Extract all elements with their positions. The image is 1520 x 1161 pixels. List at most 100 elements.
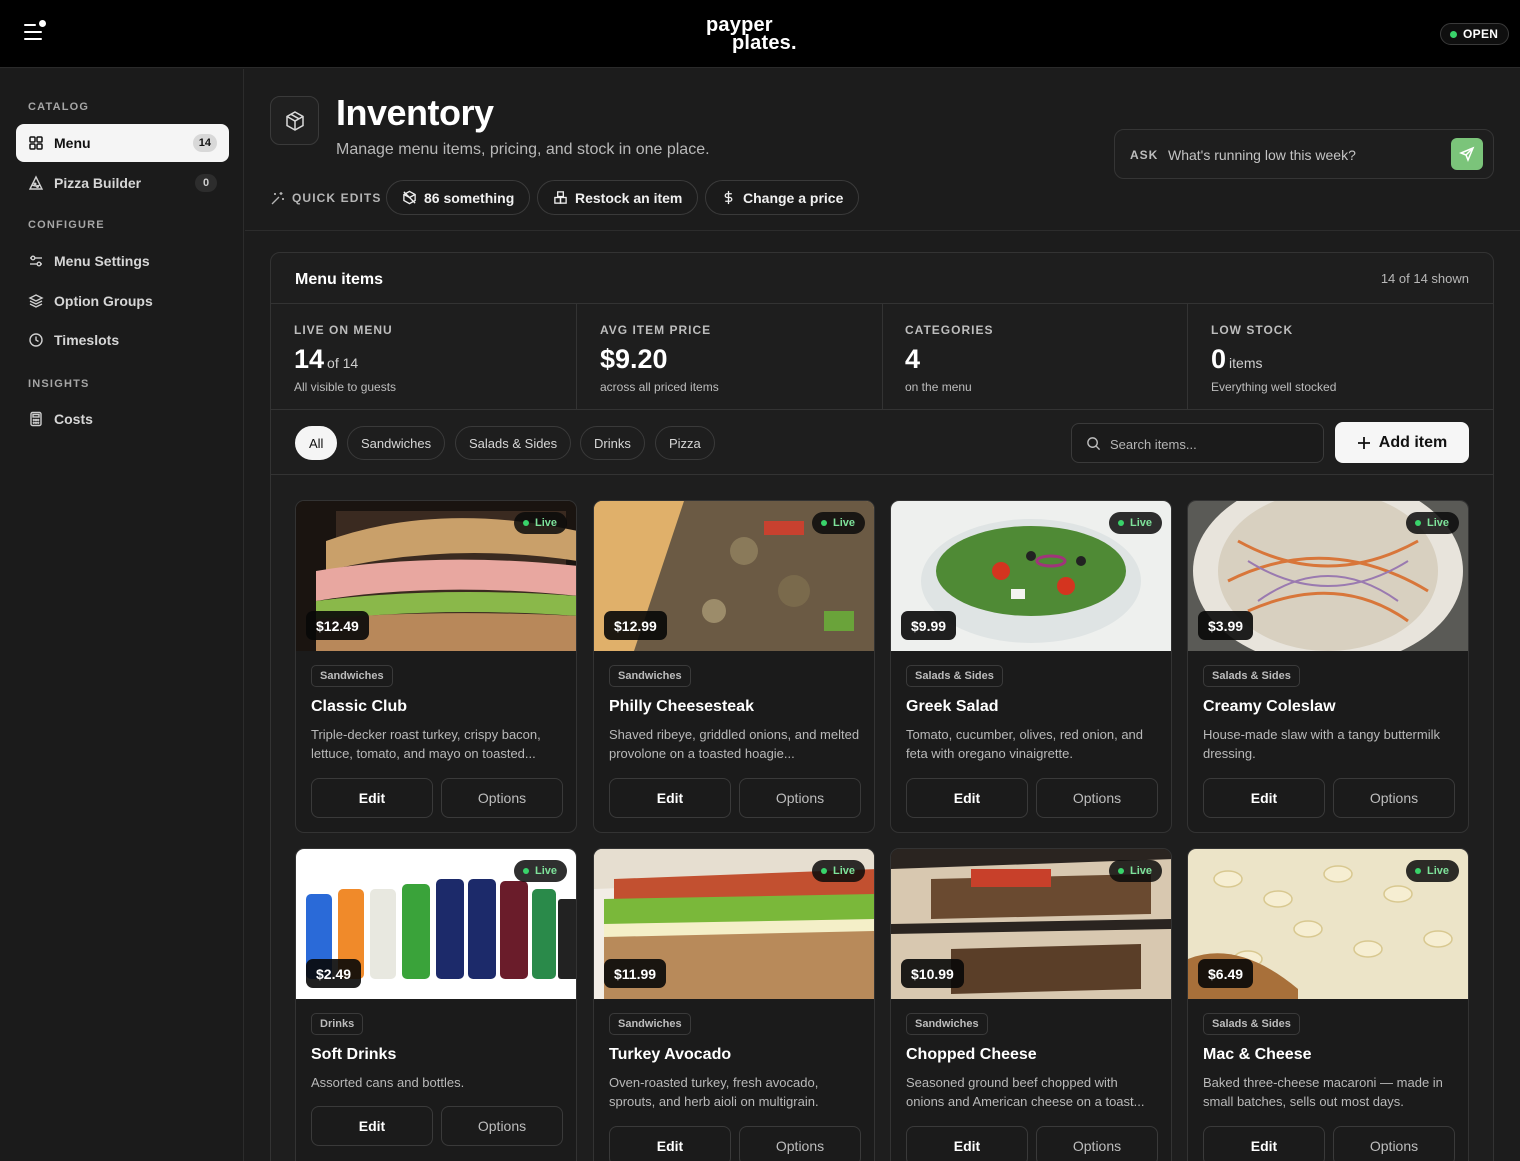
sidebar-item-label: Timeslots bbox=[54, 332, 120, 348]
search-input[interactable] bbox=[1110, 432, 1310, 456]
edit-button[interactable]: Edit bbox=[1203, 778, 1325, 818]
item-photo: Live $11.99 bbox=[594, 849, 874, 999]
sidebar-item-costs[interactable]: Costs bbox=[16, 400, 229, 438]
stat-subtext: on the menu bbox=[905, 380, 972, 394]
options-button[interactable]: Options bbox=[441, 1106, 563, 1146]
edit-button[interactable]: Edit bbox=[311, 778, 433, 818]
item-photo: Live $9.99 bbox=[891, 501, 1171, 651]
item-photo: Live $6.49 bbox=[1188, 849, 1468, 999]
item-price: $2.49 bbox=[306, 959, 362, 988]
sidebar-item-label: Pizza Builder bbox=[54, 175, 142, 191]
item-category-tag: Sandwiches bbox=[906, 1013, 988, 1035]
add-item-button[interactable]: Add item bbox=[1335, 422, 1469, 463]
options-button[interactable]: Options bbox=[1333, 778, 1455, 818]
sidebar-section-catalog: CATALOG bbox=[28, 101, 90, 113]
filter-chip-pizza[interactable]: Pizza bbox=[655, 426, 715, 460]
edit-button[interactable]: Edit bbox=[609, 1126, 731, 1161]
stats-row: LIVE ON MENU 14 of 14 All visible to gues… bbox=[271, 303, 1493, 410]
search-icon bbox=[1087, 437, 1101, 451]
sidebar-item-label: Option Groups bbox=[54, 293, 153, 309]
plus-icon bbox=[1357, 436, 1370, 449]
logo-line-2: plates. bbox=[732, 32, 797, 54]
edit-button[interactable]: Edit bbox=[906, 1126, 1028, 1161]
edit-button[interactable]: Edit bbox=[311, 1106, 433, 1146]
stat-label: CATEGORIES bbox=[905, 323, 994, 337]
item-photo: Live $3.99 bbox=[1188, 501, 1468, 651]
sidebar-item-menu-settings[interactable]: Menu Settings bbox=[16, 242, 229, 280]
restock-label: Restock an item bbox=[575, 189, 683, 206]
options-button[interactable]: Options bbox=[739, 1126, 861, 1161]
filter-chip-all[interactable]: All bbox=[295, 426, 338, 460]
live-badge: Live bbox=[513, 860, 567, 882]
item-photo: Live $2.49 bbox=[296, 849, 576, 999]
item-category-tag: Sandwiches bbox=[609, 665, 691, 687]
change-price-button[interactable]: Change a price bbox=[705, 180, 860, 215]
live-badge: Live bbox=[1108, 512, 1162, 534]
sidebar: CATALOG Menu 14 Pizza Builder 0 CONFIGUR… bbox=[0, 69, 244, 1161]
send-icon[interactable] bbox=[1451, 138, 1483, 170]
sliders-icon bbox=[28, 253, 44, 269]
quick-edits-text: QUICK EDITS bbox=[292, 191, 382, 205]
pizza-builder-count-badge: 0 bbox=[195, 174, 217, 192]
stat-low-stock: LOW STOCK 0 items Everything well stocked bbox=[1188, 304, 1493, 410]
stat-value: 14 of 14 bbox=[294, 344, 358, 375]
live-badge: Live bbox=[811, 860, 865, 882]
store-status-badge[interactable]: OPEN bbox=[1440, 23, 1510, 45]
restock-button[interactable]: Restock an item bbox=[537, 180, 699, 215]
options-button[interactable]: Options bbox=[1036, 778, 1158, 818]
options-button[interactable]: Options bbox=[1036, 1126, 1158, 1161]
calculator-icon bbox=[28, 411, 44, 427]
live-dot-icon bbox=[522, 868, 529, 874]
item-description: Oven-roasted turkey, fresh avocado, spro… bbox=[609, 1075, 819, 1109]
stat-suffix: of 14 bbox=[327, 355, 359, 371]
live-label: Live bbox=[832, 865, 855, 877]
eighty-six-button[interactable]: 86 something bbox=[386, 180, 531, 215]
item-price: $11.99 bbox=[604, 959, 667, 988]
add-item-label: Add item bbox=[1378, 433, 1448, 451]
item-description: Shaved ribeye, griddled onions, and melt… bbox=[609, 727, 860, 761]
stat-suffix: items bbox=[1229, 355, 1263, 371]
stat-subtext: Everything well stocked bbox=[1211, 380, 1337, 394]
hamburger-menu-icon[interactable] bbox=[24, 20, 48, 44]
sidebar-item-timeslots[interactable]: Timeslots bbox=[16, 321, 229, 359]
sidebar-section-configure: CONFIGURE bbox=[28, 219, 105, 231]
item-name: Classic Club bbox=[311, 698, 408, 715]
options-button[interactable]: Options bbox=[441, 778, 563, 818]
live-dot-icon bbox=[1117, 868, 1124, 874]
box-icon bbox=[270, 96, 319, 145]
live-dot-icon bbox=[522, 520, 529, 526]
app-logo[interactable]: payper plates. bbox=[706, 14, 816, 54]
edit-button[interactable]: Edit bbox=[906, 778, 1028, 818]
pizza-icon bbox=[28, 175, 44, 191]
live-dot-icon bbox=[820, 520, 827, 526]
edit-button[interactable]: Edit bbox=[609, 778, 731, 818]
item-name: Soft Drinks bbox=[311, 1046, 397, 1063]
ask-assistant-box: ASK bbox=[1114, 129, 1494, 179]
menu-count-badge: 14 bbox=[192, 134, 217, 152]
options-button[interactable]: Options bbox=[1333, 1126, 1455, 1161]
sidebar-item-option-groups[interactable]: Option Groups bbox=[16, 282, 229, 320]
filter-chip-drinks[interactable]: Drinks bbox=[580, 426, 645, 460]
sparkle-icon bbox=[271, 192, 284, 205]
sidebar-item-label: Menu Settings bbox=[54, 253, 150, 269]
options-button[interactable]: Options bbox=[739, 778, 861, 818]
item-name: Greek Salad bbox=[906, 698, 999, 715]
filter-bar: All Sandwiches Salads & Sides Drinks Piz… bbox=[271, 410, 1493, 475]
status-dot-icon bbox=[1450, 30, 1457, 38]
ask-input[interactable] bbox=[1168, 142, 1438, 168]
store-status-label: OPEN bbox=[1463, 27, 1499, 41]
filter-chip-sandwiches[interactable]: Sandwiches bbox=[347, 426, 446, 460]
search-box bbox=[1071, 423, 1324, 463]
item-price: $9.99 bbox=[901, 611, 957, 640]
live-label: Live bbox=[1129, 517, 1152, 529]
sidebar-item-label: Costs bbox=[54, 411, 93, 427]
edit-button[interactable]: Edit bbox=[1203, 1126, 1325, 1161]
sidebar-item-menu[interactable]: Menu 14 bbox=[16, 124, 229, 162]
item-photo: Live $10.99 bbox=[891, 849, 1171, 999]
stat-subtext: All visible to guests bbox=[294, 380, 397, 394]
layers-icon bbox=[28, 293, 44, 309]
filter-chip-salads-sides[interactable]: Salads & Sides bbox=[455, 426, 572, 460]
page-subtitle: Manage menu items, pricing, and stock in… bbox=[336, 141, 710, 158]
item-price: $6.49 bbox=[1198, 959, 1254, 988]
sidebar-item-pizza-builder[interactable]: Pizza Builder 0 bbox=[16, 164, 229, 202]
